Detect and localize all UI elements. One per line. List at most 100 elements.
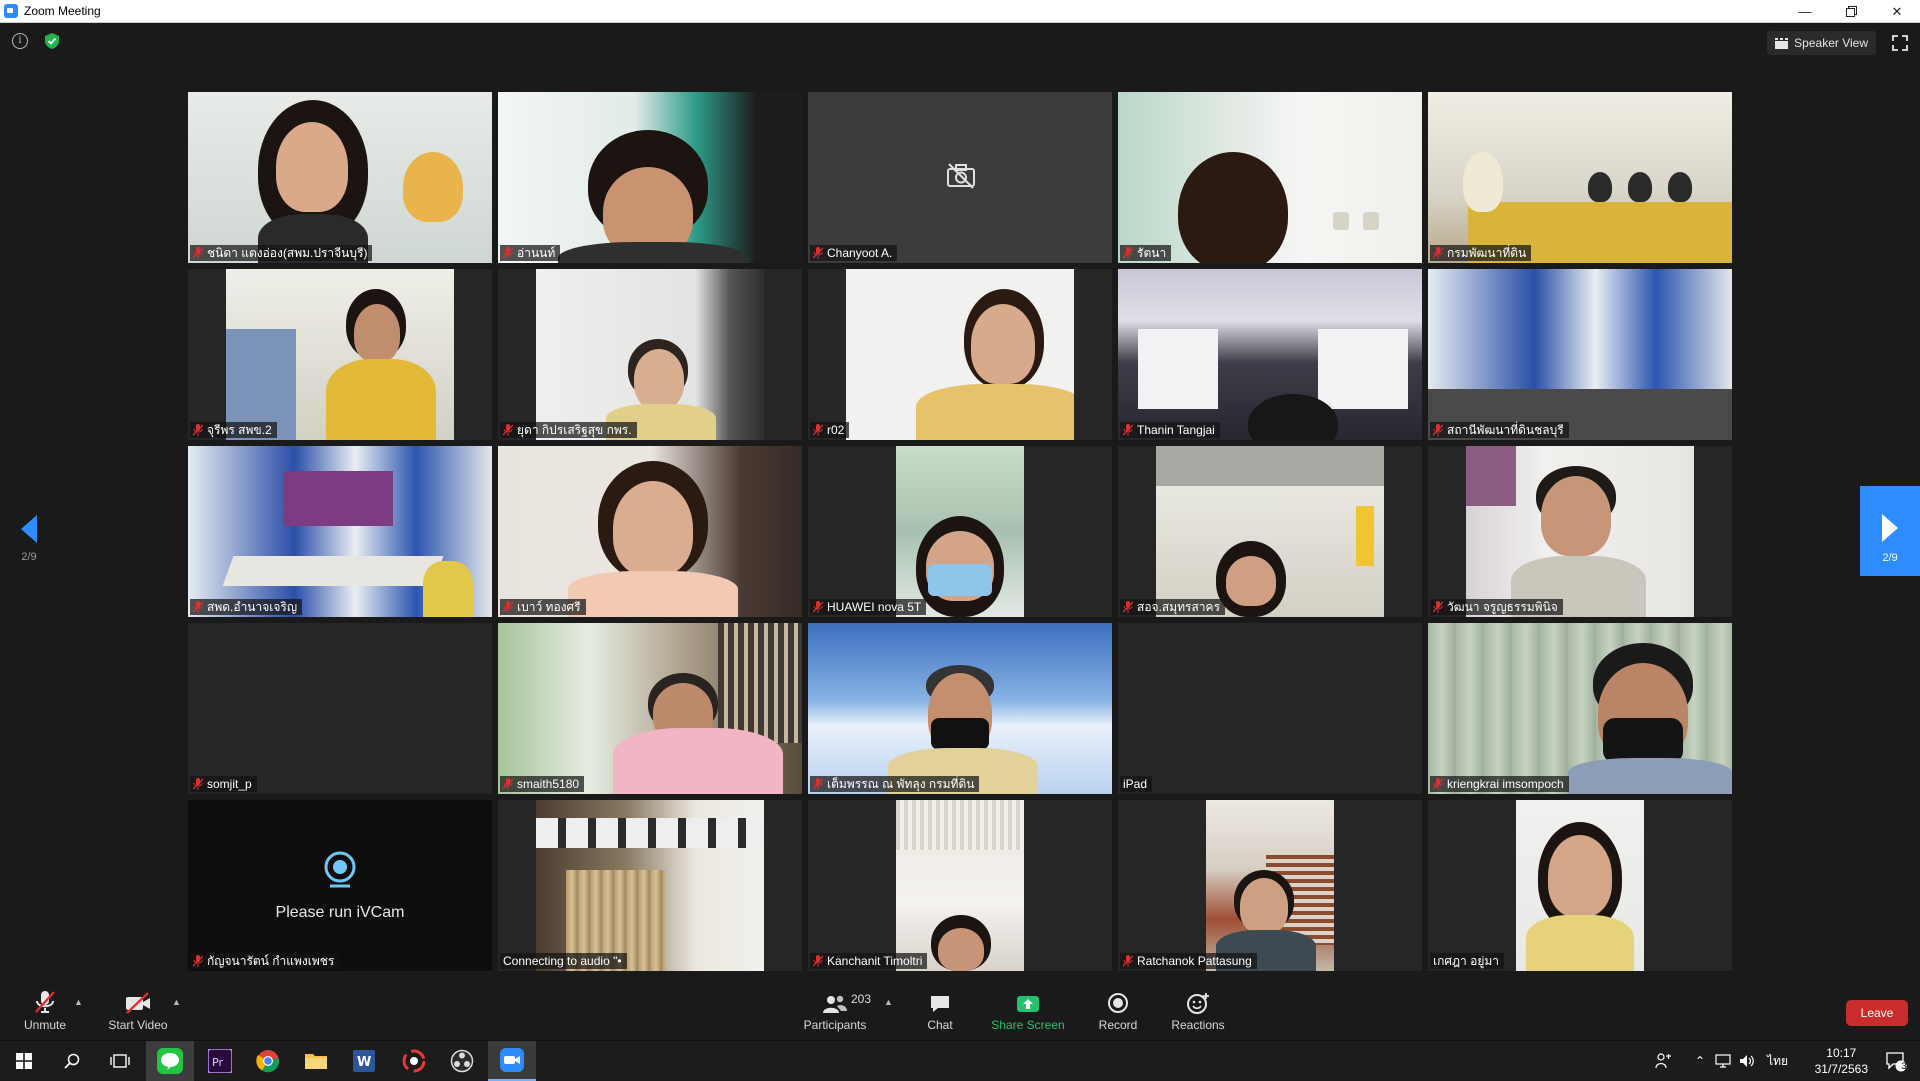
record-label: Record bbox=[1098, 1018, 1138, 1032]
video-tile[interactable]: วัฒนา จรูญธรรมพินิจ bbox=[1428, 446, 1732, 617]
mic-muted-icon bbox=[1433, 247, 1443, 259]
video-tile[interactable]: รัตนา bbox=[1118, 92, 1422, 263]
taskbar-file-explorer[interactable] bbox=[292, 1041, 340, 1081]
zoom-app-icon bbox=[4, 4, 18, 18]
video-tile[interactable]: somjit_p bbox=[188, 623, 492, 794]
obs-icon bbox=[450, 1049, 474, 1073]
share-screen-label: Share Screen bbox=[991, 1018, 1065, 1032]
video-tile[interactable]: kriengkrai imsompoch bbox=[1428, 623, 1732, 794]
clock-time: 10:17 bbox=[1826, 1046, 1857, 1060]
participants-options-caret[interactable]: ▲ bbox=[884, 997, 894, 1007]
video-tile[interactable]: สพด.อำนาจเจริญ bbox=[188, 446, 492, 617]
taskbar-line-app[interactable] bbox=[146, 1041, 194, 1081]
mic-muted-icon bbox=[1123, 955, 1133, 967]
window-titlebar: Zoom Meeting — ✕ bbox=[0, 0, 1920, 23]
taskbar-zoom-app[interactable] bbox=[488, 1041, 536, 1081]
participant-label: จุรีพร สพข.2 bbox=[190, 422, 277, 438]
audio-options-caret[interactable]: ▲ bbox=[74, 997, 84, 1007]
meeting-info-icon[interactable]: i bbox=[12, 33, 28, 49]
participant-label: วัฒนา จรูญธรรมพินิจ bbox=[1430, 599, 1563, 615]
taskbar-premiere-app[interactable]: Pr bbox=[196, 1041, 244, 1081]
mic-muted-icon bbox=[193, 601, 203, 613]
video-tile[interactable]: Please run iVCam กัญจนารัตน์ กำแพงเพชร bbox=[188, 800, 492, 971]
restore-icon bbox=[1845, 6, 1857, 17]
window-title: Zoom Meeting bbox=[24, 4, 101, 18]
network-icon[interactable] bbox=[1715, 1054, 1731, 1068]
video-tile[interactable]: Ratchanok Pattasung bbox=[1118, 800, 1422, 971]
input-language[interactable]: ไทย bbox=[1767, 1052, 1788, 1071]
zoom-icon bbox=[500, 1048, 524, 1072]
video-tile[interactable]: จุรีพร สพข.2 bbox=[188, 269, 492, 440]
video-feed bbox=[498, 446, 802, 617]
notification-count: 3 bbox=[1901, 1061, 1907, 1071]
start-video-button[interactable]: Start Video bbox=[106, 990, 170, 1032]
video-feed bbox=[896, 800, 1024, 971]
video-tile[interactable]: Connecting to audio "• bbox=[498, 800, 802, 971]
chat-icon bbox=[931, 996, 949, 1012]
mic-muted-icon bbox=[503, 778, 513, 790]
taskbar-word-app[interactable]: W bbox=[340, 1041, 388, 1081]
record-button[interactable]: Record bbox=[1095, 990, 1141, 1032]
video-tile[interactable]: Chanyoot A. bbox=[808, 92, 1112, 263]
notifications-button[interactable]: 3 bbox=[1872, 1041, 1920, 1081]
taskbar-chrome-app[interactable] bbox=[244, 1041, 292, 1081]
show-hidden-icons-chevron-up-icon[interactable]: ⌃ bbox=[1695, 1054, 1705, 1068]
security-shield-icon[interactable] bbox=[44, 32, 60, 50]
video-tile[interactable]: Thanin Tangjai bbox=[1118, 269, 1422, 440]
unmute-button[interactable]: Unmute bbox=[20, 990, 70, 1032]
restore-button[interactable] bbox=[1828, 0, 1874, 23]
volume-icon[interactable] bbox=[1739, 1054, 1755, 1068]
video-tile[interactable]: Kanchanit Timoltri bbox=[808, 800, 1112, 971]
next-page-button[interactable]: 2/9 bbox=[1860, 486, 1920, 576]
share-screen-button[interactable]: Share Screen bbox=[990, 990, 1066, 1032]
chrome-icon bbox=[256, 1050, 280, 1073]
minimize-button[interactable]: — bbox=[1782, 0, 1828, 23]
mic-muted-icon bbox=[503, 247, 513, 259]
gallery-grid: ชนิดา แตงอ่อง(สพม.ปราจีนบุรี) อ่านนท์ Ch… bbox=[188, 92, 1733, 972]
participant-label: ชนิดา แตงอ่อง(สพม.ปราจีนบุรี) bbox=[190, 245, 373, 261]
mic-muted-icon bbox=[1123, 601, 1133, 613]
close-window-button[interactable]: ✕ bbox=[1874, 0, 1920, 23]
search-button[interactable] bbox=[48, 1041, 96, 1081]
video-tile[interactable]: สถานีพัฒนาที่ดินชลบุรี bbox=[1428, 269, 1732, 440]
video-tile[interactable]: HUAWEI nova 5T bbox=[808, 446, 1112, 617]
video-feed bbox=[188, 92, 492, 263]
participant-label: Ratchanok Pattasung bbox=[1120, 953, 1257, 969]
participant-label: เกศฎา อยู่มา bbox=[1430, 953, 1504, 969]
start-button[interactable] bbox=[0, 1041, 48, 1081]
fullscreen-icon[interactable] bbox=[1892, 35, 1908, 51]
video-tile[interactable]: เกศฎา อยู่มา bbox=[1428, 800, 1732, 971]
video-tile[interactable]: r02 bbox=[808, 269, 1112, 440]
speaker-view-button[interactable]: Speaker View bbox=[1767, 31, 1876, 55]
video-tile[interactable]: iPad bbox=[1118, 623, 1422, 794]
participants-label: Participants bbox=[803, 1018, 867, 1032]
mic-muted-icon bbox=[193, 424, 203, 436]
participant-label: สอจ.สมุทรสาคร bbox=[1120, 599, 1226, 615]
participant-label: HUAWEI nova 5T bbox=[810, 599, 927, 615]
taskbar-obs-app[interactable] bbox=[438, 1041, 486, 1081]
video-tile[interactable]: กรมพัฒนาที่ดิน bbox=[1428, 92, 1732, 263]
video-options-caret[interactable]: ▲ bbox=[172, 997, 182, 1007]
participant-label: smaith5180 bbox=[500, 776, 585, 792]
speaker-view-label: Speaker View bbox=[1794, 36, 1868, 50]
video-tile[interactable]: สอจ.สมุทรสาคร bbox=[1118, 446, 1422, 617]
participant-label: กัญจนารัตน์ กำแพงเพชร bbox=[190, 953, 340, 969]
video-tile[interactable]: อ่านนท์ bbox=[498, 92, 802, 263]
app-swirl-icon bbox=[402, 1049, 426, 1073]
previous-page-button[interactable]: 2/9 bbox=[14, 515, 44, 563]
chat-button[interactable]: Chat bbox=[920, 990, 960, 1032]
video-tile[interactable]: เบาว์ ทองศรี bbox=[498, 446, 802, 617]
task-view-button[interactable] bbox=[96, 1041, 144, 1081]
leave-button[interactable]: Leave bbox=[1846, 1000, 1908, 1026]
people-icon[interactable] bbox=[1655, 1053, 1673, 1069]
taskbar-app-swirl[interactable] bbox=[390, 1041, 438, 1081]
taskbar-clock[interactable]: 10:17 31/7/2563 bbox=[1815, 1045, 1868, 1077]
video-tile[interactable]: smaith5180 bbox=[498, 623, 802, 794]
video-feed bbox=[1428, 92, 1732, 263]
reactions-button[interactable]: Reactions bbox=[1168, 990, 1228, 1032]
video-tile[interactable]: ชนิดา แตงอ่อง(สพม.ปราจีนบุรี) bbox=[188, 92, 492, 263]
video-tile[interactable]: ยุดา กิปรเสริฐสุข กพร. bbox=[498, 269, 802, 440]
reactions-label: Reactions bbox=[1171, 1018, 1225, 1032]
video-tile[interactable]: เต็มพรรณ ณ พัทลุง กรมที่ดิน bbox=[808, 623, 1112, 794]
mic-muted-icon bbox=[813, 424, 823, 436]
